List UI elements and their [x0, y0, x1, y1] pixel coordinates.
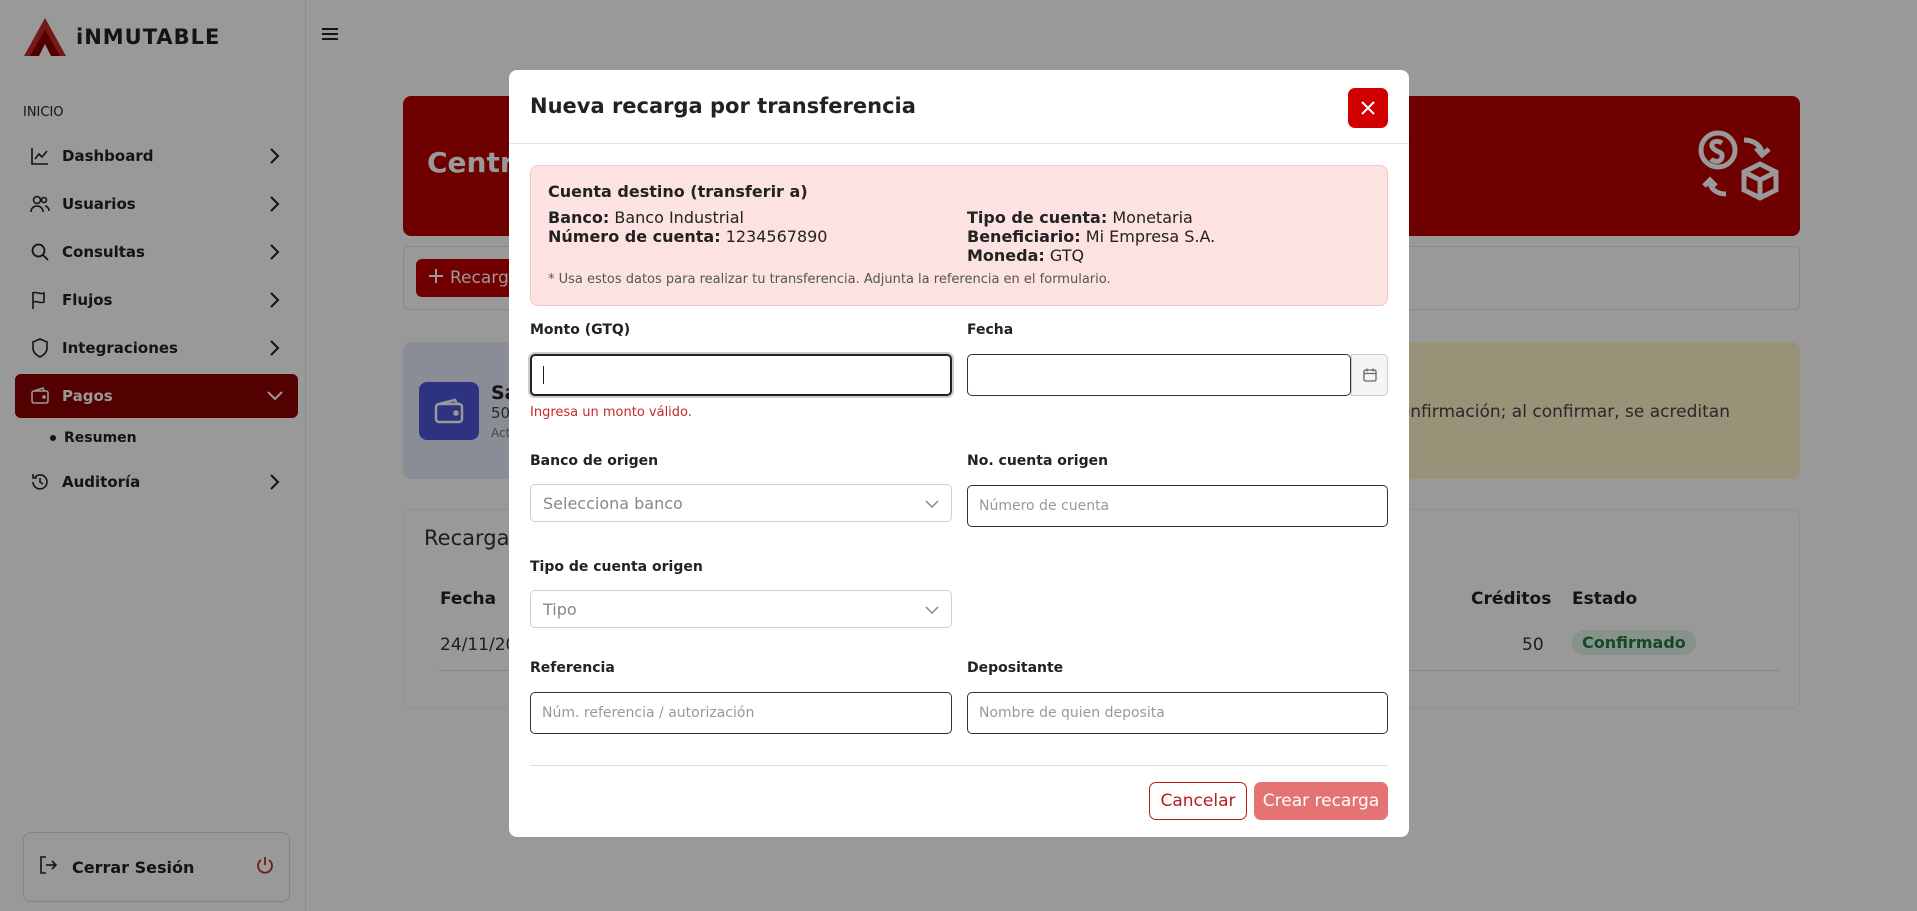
source-bank-label: Banco de origen: [530, 453, 659, 469]
text-caret: [543, 366, 544, 384]
bank-value: Banco Industrial: [614, 208, 744, 227]
currency-label: Moneda:: [967, 246, 1045, 265]
source-bank-placeholder: Selecciona banco: [543, 493, 683, 513]
reference-input[interactable]: Núm. referencia / autorización: [530, 692, 952, 734]
source-account-label: No. cuenta origen: [967, 453, 1109, 469]
source-account-type-placeholder: Tipo: [543, 599, 577, 619]
calendar-button[interactable]: [1351, 354, 1388, 396]
destination-account-number: Número de cuenta: 1234567890: [548, 227, 827, 246]
destination-heading: Cuenta destino (transferir a): [548, 182, 808, 201]
depositor-input[interactable]: Nombre de quien deposita: [967, 692, 1388, 734]
cancel-button[interactable]: Cancelar: [1149, 782, 1247, 820]
depositor-label: Depositante: [967, 660, 1064, 676]
account-number-label: Número de cuenta:: [548, 227, 721, 246]
account-type-label: Tipo de cuenta:: [967, 208, 1108, 227]
modal-header: Nueva recarga por transferencia: [509, 70, 1409, 144]
destination-bank: Banco: Banco Industrial: [548, 208, 744, 227]
close-icon: [1361, 101, 1375, 115]
create-recharge-button[interactable]: Crear recarga: [1254, 782, 1388, 820]
beneficiary-label: Beneficiario:: [967, 227, 1081, 246]
reference-placeholder: Núm. referencia / autorización: [542, 705, 755, 721]
destination-account-type: Tipo de cuenta: Monetaria: [967, 208, 1193, 227]
account-type-value: Monetaria: [1112, 208, 1193, 227]
chevron-down-icon: [925, 494, 939, 513]
account-number-value: 1234567890: [725, 227, 828, 246]
bank-label: Banco:: [548, 208, 610, 227]
calendar-icon: [1362, 368, 1377, 382]
date-input[interactable]: [967, 354, 1351, 396]
modal-title: Nueva recarga por transferencia: [530, 94, 916, 118]
modal-footer-divider: [530, 765, 1388, 766]
destination-account-box: Cuenta destino (transferir a) Banco: Ban…: [530, 165, 1388, 306]
source-account-type-select[interactable]: Tipo: [530, 590, 952, 628]
destination-note: * Usa estos datos para realizar tu trans…: [548, 272, 1111, 287]
destination-beneficiary: Beneficiario: Mi Empresa S.A.: [967, 227, 1215, 246]
amount-label: Monto (GTQ): [530, 322, 631, 338]
amount-input[interactable]: [530, 354, 952, 396]
currency-value: GTQ: [1049, 246, 1085, 265]
source-bank-select[interactable]: Selecciona banco: [530, 484, 952, 522]
amount-error: Ingresa un monto válido.: [530, 405, 692, 420]
close-button[interactable]: [1348, 88, 1388, 128]
source-account-input[interactable]: Número de cuenta: [967, 485, 1388, 527]
destination-currency: Moneda: GTQ: [967, 246, 1084, 265]
reference-label: Referencia: [530, 660, 615, 676]
beneficiary-value: Mi Empresa S.A.: [1085, 227, 1216, 246]
source-account-type-label: Tipo de cuenta origen: [530, 559, 703, 575]
chevron-down-icon: [925, 600, 939, 619]
depositor-placeholder: Nombre de quien deposita: [979, 705, 1165, 721]
recharge-modal: Nueva recarga por transferencia Cuenta d…: [509, 70, 1409, 837]
date-label: Fecha: [967, 322, 1014, 338]
source-account-placeholder: Número de cuenta: [979, 498, 1110, 514]
